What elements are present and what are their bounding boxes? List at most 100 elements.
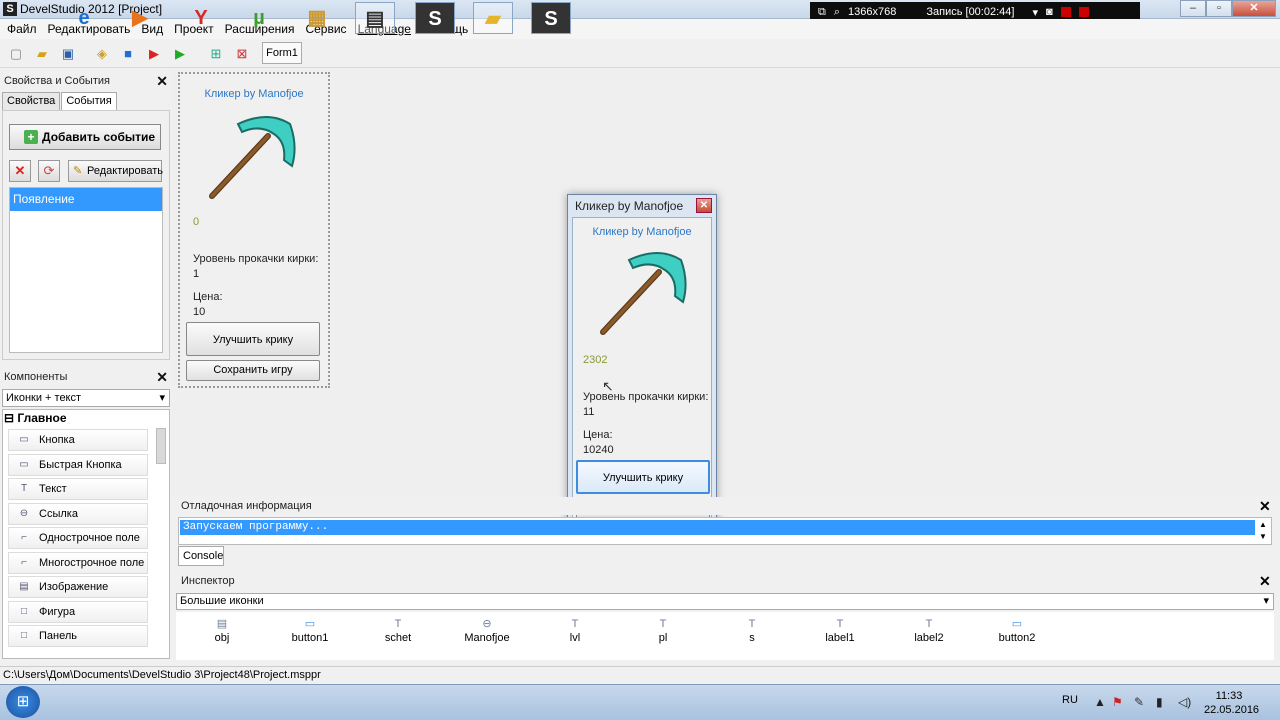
clock[interactable]: 11:33 22.05.2016 [1204,689,1259,717]
save-icon[interactable]: ▣ [60,46,76,62]
language-indicator[interactable]: RU [1062,694,1078,706]
components-view-select[interactable]: Иконки + текст ▾ [2,389,170,407]
group-label: Главное [17,411,67,425]
delete-form-icon[interactable]: ⊠ [234,46,250,62]
delete-event-button[interactable]: ✕ [9,160,31,182]
inspector-object[interactable]: ▤ obj [187,616,257,644]
inspector-object[interactable]: Tlabel1 [805,616,875,644]
design-save-button[interactable]: Сохранить игру [186,360,320,381]
inspector-view-value: Большие иконки [180,595,264,607]
start-button[interactable]: ⊞ [6,686,40,718]
scrollbar[interactable] [156,428,166,464]
inspector-object[interactable]: Ts [717,616,787,644]
office-icon[interactable]: ▦ [297,2,337,34]
camera-icon[interactable]: ◙ [1046,6,1053,18]
build-icon[interactable]: ◈ [94,46,110,62]
inspector-view-select[interactable]: Большие иконки ▾ [176,593,1274,610]
component-image[interactable]: ▤ Изображение [8,576,148,598]
tab-properties[interactable]: Свойства [2,92,61,110]
menu-file[interactable]: Файл [4,19,45,39]
component-memo[interactable]: ⌐ Многострочное поле [8,552,148,574]
run-icon[interactable]: ▶ [172,46,188,62]
design-counter-label[interactable]: 0 [193,216,199,228]
design-price-label[interactable]: Цена: [193,291,223,303]
pickaxe-image[interactable] [206,110,300,200]
close-icon[interactable]: ✕ [156,73,168,90]
list-item[interactable]: Появление [10,188,162,211]
document-icon[interactable]: ▤ [355,2,395,34]
tray-app-icon[interactable]: ✎ [1134,695,1144,709]
components-group[interactable]: ⊟ Главное [4,411,67,425]
close-icon[interactable]: ✕ [1259,498,1271,515]
minimize-button[interactable]: – [1180,0,1206,17]
run-level-value: 11 [583,406,595,418]
stop-icon[interactable] [1078,7,1089,17]
utorrent-icon[interactable]: µ [239,2,279,34]
inspector-object[interactable]: Tpl [628,616,698,644]
design-level-value[interactable]: 1 [193,268,199,280]
open-folder-icon[interactable]: ▰ [34,46,50,62]
media-player-icon[interactable]: ▶ [120,2,160,34]
design-title-label[interactable]: Кликер by Manofjoe [182,88,326,100]
inspector-object[interactable]: ▭ button2 [982,616,1052,644]
refresh-event-button[interactable]: ⟳ [38,160,60,182]
running-close-button[interactable]: ✕ [696,198,712,213]
new-file-icon[interactable]: ▢ [8,46,24,62]
resolution-icon: ⧉ [818,5,826,18]
chevron-down-icon: ▾ [159,392,165,404]
inspector-panel: Инспектор [172,572,1280,590]
clock-time: 11:33 [1215,690,1243,702]
zoom-icon: ⌕ [833,5,841,18]
components-panel-title: Компоненты [0,368,172,386]
edit-icon: ⌐ [21,532,27,543]
add-form-icon[interactable]: ⊞ [208,46,224,62]
close-icon[interactable]: ✕ [156,369,168,386]
image-icon: ▤ [19,581,29,592]
yandex-browser-icon[interactable]: Y [181,2,221,34]
fast-button-icon: ▭ [19,459,29,470]
volume-icon[interactable]: ◁) [1178,695,1191,709]
develstudio-icon[interactable]: S [415,2,455,34]
components-panel: Компоненты ✕ [0,368,172,386]
component-button[interactable]: ▭ Кнопка [8,429,148,451]
flag-icon[interactable]: ⚑ [1112,695,1123,709]
designer-area[interactable] [172,68,1280,496]
inspector-object[interactable]: ⊖ Manofjoe [452,616,522,644]
run-title-label: Кликер by Manofjoe [592,226,692,238]
component-shape[interactable]: □ Фигура [8,601,148,623]
component-fast-button[interactable]: ▭ Быстрая Кнопка [8,454,148,476]
pause-icon[interactable] [1060,7,1071,17]
debug-run-icon[interactable]: ▶ [146,46,162,62]
scroll-arrows-icon[interactable]: ▲ ▼ [1259,519,1267,543]
tab-console[interactable]: Console [178,546,224,566]
tray-expand-icon[interactable]: ▲ [1094,695,1106,709]
inspector-object[interactable]: Tlabel2 [894,616,964,644]
run-upgrade-button[interactable]: Улучшить крику [576,460,710,494]
running-app-icon[interactable]: S [531,2,571,34]
explorer-icon[interactable]: ▰ [473,2,513,34]
tab-events[interactable]: События [61,92,117,110]
design-level-label[interactable]: Уровень прокачки кирки: [193,253,318,265]
text-icon: T [20,483,28,494]
tab-form1[interactable]: Form1 [262,42,302,64]
design-price-value[interactable]: 10 [193,306,205,318]
pickaxe-clicker-image[interactable] [597,246,691,336]
component-link[interactable]: ⊖ Ссылка [8,503,148,525]
text-icon: T [394,618,402,630]
component-edit[interactable]: ⌐ Однострочное поле [8,527,148,549]
inspector-object[interactable]: Tlvl [540,616,610,644]
dropdown-icon[interactable]: ▾ [1032,6,1038,19]
stop-icon[interactable]: ■ [120,46,136,62]
component-text[interactable]: T Текст [8,478,148,500]
debug-panel-title: Отладочная информация [172,497,1280,515]
inspector-object[interactable]: ▭ button1 [275,616,345,644]
close-button[interactable]: ✕ [1232,0,1276,17]
design-upgrade-button[interactable]: Улучшить крику [186,322,320,356]
ie-icon[interactable]: e [64,2,104,34]
inspector-object[interactable]: Tschet [363,616,433,644]
network-icon[interactable]: ▮ [1156,695,1163,709]
maximize-button[interactable]: ▫ [1206,0,1232,17]
component-panel[interactable]: □ Панель [8,625,148,647]
debug-line[interactable]: Запускаем программу... [180,520,1255,535]
close-icon[interactable]: ✕ [1259,573,1271,590]
